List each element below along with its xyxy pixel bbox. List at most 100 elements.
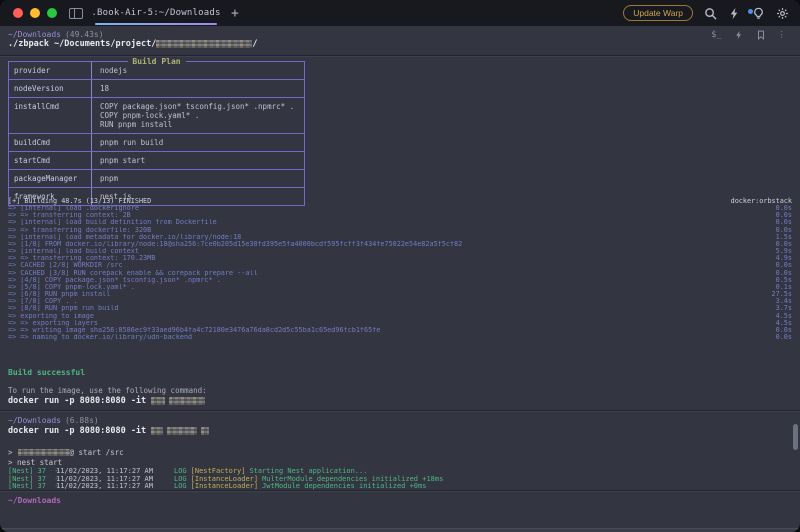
sidebar-toggle-icon[interactable] xyxy=(69,8,83,19)
redacted-image-flag xyxy=(151,427,163,435)
docker-build-log: [+] Building 48.7s (13/13) FINISHED dock… xyxy=(8,198,792,341)
prompt-line: ~/Downloads (6.88s) xyxy=(8,416,99,425)
prompt-path: ~/Downloads xyxy=(8,416,61,425)
suggested-run-command: docker run -p 8080:8080 -it xyxy=(8,396,205,406)
tips-lightbulb-icon[interactable] xyxy=(752,7,765,20)
block-action-icons: $_ ⋮ xyxy=(711,30,786,40)
search-icon[interactable] xyxy=(704,7,717,20)
docker-step-text: => [internal] load build context xyxy=(8,248,139,255)
docker-step-text: => [5/8] COPY pnpm-lock.yaml* . xyxy=(8,284,135,291)
settings-gear-icon[interactable] xyxy=(776,7,789,20)
run-command-text: docker run -p 8080:8080 -it xyxy=(8,396,146,406)
update-warp-button[interactable]: Update Warp xyxy=(623,5,693,21)
docker-step: => [internal] load build definition from… xyxy=(8,219,792,226)
docker-step-text: => => transferring dockerfile: 320B xyxy=(8,227,151,234)
active-tab-underline xyxy=(95,23,217,25)
build-plan-key: buildCmd xyxy=(9,134,91,151)
docker-step: => [4/8] COPY package.json* tsconfig.jso… xyxy=(8,277,792,284)
script-prompt-char: > xyxy=(8,448,13,457)
current-prompt-block[interactable]: ~/Downloads xyxy=(0,490,800,532)
docker-step-text: => [7/8] COPY . . xyxy=(8,298,78,305)
docker-step: => CACHED [3/8] RUN corepack enable && c… xyxy=(8,270,792,277)
prompt-duration: (6.88s) xyxy=(65,416,99,425)
nest-start-line: > nest start xyxy=(8,458,62,467)
build-plan-row: startCmd pnpm start xyxy=(9,151,304,169)
pnpm-script-line: > @ start /src xyxy=(8,448,124,457)
docker-run-command: docker run -p 8080:8080 -it xyxy=(8,426,209,436)
command-block-zbpack[interactable]: ~/Downloads(49.43s) ./zbpack ~/Documents… xyxy=(0,26,800,55)
docker-step: => => naming to docker.io/library/udn-ba… xyxy=(8,334,792,341)
command-block-docker-run[interactable]: ~/Downloads (6.88s) docker run -p 8080:80… xyxy=(0,410,800,490)
run-hint-text: To run the image, use the following comm… xyxy=(8,386,207,395)
docker-step: => [6/8] RUN pnpm install 27.5s xyxy=(8,291,792,298)
docker-step: => => transferring context: 2B 0.0s xyxy=(8,212,792,219)
log-timestamp: 11/02/2023, 11:17:27 AM xyxy=(56,483,156,490)
redacted-image-flag xyxy=(151,397,165,405)
docker-step-text: => [6/8] RUN pnpm install xyxy=(8,291,110,298)
docker-step: => [5/8] COPY pnpm-lock.yaml* . 0.1s xyxy=(8,284,792,291)
nest-log-output: [Nest] 37 - 11/02/2023, 11:17:27 AM LOG … xyxy=(8,468,792,490)
prompt-line: ~/Downloads(49.43s) xyxy=(8,30,104,39)
redacted-package-name xyxy=(18,449,70,456)
docker-build-header: [+] Building 48.7s (13/13) FINISHED dock… xyxy=(8,198,792,205)
docker-step-text: => => transferring context: 2B xyxy=(8,212,131,219)
prompt-path: ~/Downloads xyxy=(8,30,61,39)
prompt-line: ~/Downloads xyxy=(8,496,61,505)
redacted-image-name xyxy=(167,427,197,435)
docker-step-text: => => exporting layers xyxy=(8,320,98,327)
build-plan-key: startCmd xyxy=(9,152,91,169)
log-prefix: [Nest] 37 - xyxy=(8,483,56,490)
docker-step-text: => [1/8] FROM docker.io/library/node:18@… xyxy=(8,241,462,248)
script-suffix: @ start /src xyxy=(70,448,124,457)
docker-step: => [internal] load build context 5.9s xyxy=(8,248,792,255)
build-plan-title: Build Plan xyxy=(127,57,185,66)
build-plan-value: nodejs xyxy=(91,62,304,79)
build-plan-value: COPY package.json* tsconfig.json* .npmrc… xyxy=(91,98,304,133)
notification-dot xyxy=(748,9,753,14)
build-success-message: Build successful xyxy=(8,368,85,377)
terminal-prompt-icon[interactable]: $_ xyxy=(711,30,721,40)
docker-step-text: => [4/8] COPY package.json* tsconfig.jso… xyxy=(8,277,221,284)
log-context: [InstanceLoader] xyxy=(191,483,258,490)
build-plan-value: pnpm xyxy=(91,170,304,187)
build-plan-row: installCmd COPY package.json* tsconfig.j… xyxy=(9,97,304,133)
docker-step: => [internal] load metadata for docker.i… xyxy=(8,234,792,241)
docker-step-text: => [internal] load metadata for docker.i… xyxy=(8,234,241,241)
build-plan-key: provider xyxy=(9,62,91,79)
command-text-suffix: / xyxy=(252,39,257,49)
build-plan-key: packageManager xyxy=(9,170,91,187)
terminal-tab[interactable]: .Book-Air-5:~/Downloads xyxy=(95,0,217,26)
build-plan-value: pnpm run build xyxy=(91,134,304,151)
docker-step: => [7/8] COPY . . 3.4s xyxy=(8,298,792,305)
build-plan-value: pnpm start xyxy=(91,152,304,169)
new-tab-button[interactable]: + xyxy=(231,7,239,20)
bolt-icon[interactable] xyxy=(734,30,744,40)
scrollbar-thumb[interactable] xyxy=(793,424,798,450)
docker-step: => CACHED [2/8] WORKDIR /src 0.0s xyxy=(8,262,792,269)
docker-step-text: => CACHED [3/8] RUN corepack enable && c… xyxy=(8,270,258,277)
log-level: LOG xyxy=(174,483,187,490)
build-plan-value: 18 xyxy=(91,80,304,97)
minimize-window-button[interactable] xyxy=(30,8,40,18)
command-text: docker run -p 8080:8080 -it xyxy=(8,426,146,436)
warp-terminal-window: .Book-Air-5:~/Downloads + Update Warp ~/… xyxy=(0,0,800,532)
build-plan-key: installCmd xyxy=(9,98,91,133)
docker-step-text: => [internal] load build definition from… xyxy=(8,219,217,226)
docker-step: => [1/8] FROM docker.io/library/node:18@… xyxy=(8,241,792,248)
redacted-image-name xyxy=(169,397,205,405)
docker-step: => => writing image sha256:8586ec9f33aed… xyxy=(8,327,792,334)
bookmark-icon[interactable] xyxy=(756,30,766,40)
tab-title: .Book-Air-5:~/Downloads xyxy=(91,8,220,18)
build-plan-row: packageManager pnpm xyxy=(9,169,304,187)
zbpack-command: ./zbpack ~/Documents/project// xyxy=(8,39,258,49)
docker-step-text: => => transferring context: 170.23MB xyxy=(8,255,155,262)
zoom-window-button[interactable] xyxy=(47,8,57,18)
more-options-icon[interactable]: ⋮ xyxy=(778,30,787,40)
build-plan-row: buildCmd pnpm run build xyxy=(9,133,304,151)
close-window-button[interactable] xyxy=(13,8,23,18)
ai-lightning-icon[interactable] xyxy=(728,7,741,20)
docker-step: => => transferring context: 170.23MB 4.9… xyxy=(8,255,792,262)
traffic-lights xyxy=(13,8,57,18)
docker-step-time: 0.0s xyxy=(776,334,792,341)
titlebar: .Book-Air-5:~/Downloads + Update Warp xyxy=(0,0,800,26)
